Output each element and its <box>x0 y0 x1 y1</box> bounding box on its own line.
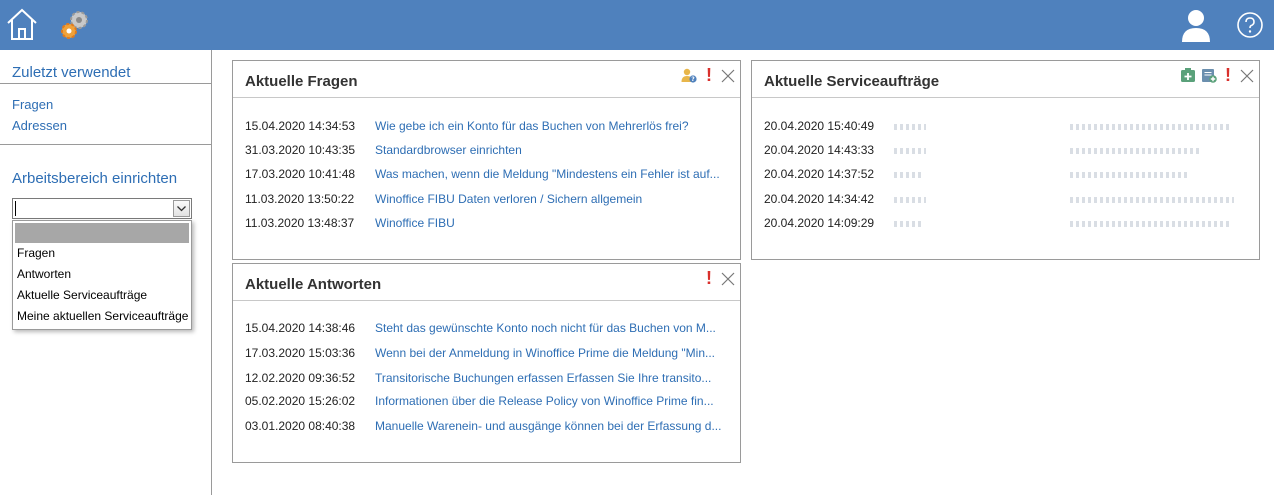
dropdown-option-meine-serviceauftraege[interactable]: Meine aktuellen Serviceaufträge <box>17 309 188 323</box>
row-date: 20.04.2020 14:34:42 <box>764 192 875 206</box>
text-caret <box>15 201 16 216</box>
user-question-icon[interactable]: ? <box>681 67 697 83</box>
row-date: 05.02.2020 15:26:02 <box>245 394 356 408</box>
row-date: 17.03.2020 15:03:36 <box>245 346 356 360</box>
panel-divider <box>752 97 1259 98</box>
chevron-down-icon <box>177 206 186 212</box>
panel-divider <box>233 97 740 98</box>
row-link[interactable]: Winoffice FIBU <box>375 216 725 230</box>
row-date: 20.04.2020 14:43:33 <box>764 143 875 157</box>
redacted-text <box>894 221 924 227</box>
redacted-text <box>894 148 926 154</box>
panel-title: Aktuelle Antworten <box>245 276 382 293</box>
redacted-text[interactable] <box>1070 172 1188 178</box>
row-link[interactable]: Wenn bei der Anmeldung in Winoffice Prim… <box>375 346 725 360</box>
workspace-heading: Arbeitsbereich einrichten <box>12 170 178 187</box>
row-date: 11.03.2020 13:48:37 <box>245 216 355 230</box>
redacted-text <box>894 124 926 130</box>
dropdown-option-aktuelle-serviceauftraege[interactable]: Aktuelle Serviceaufträge <box>17 288 147 302</box>
redacted-text <box>894 197 926 203</box>
recent-item-adressen[interactable]: Adressen <box>12 118 67 133</box>
panel-aktuelle-antworten: Aktuelle Antworten ! 15.04.2020 14:38:46… <box>232 263 741 463</box>
row-date: 12.02.2020 09:36:52 <box>245 371 356 385</box>
alert-icon[interactable]: ! <box>706 66 712 84</box>
dropdown-option-fragen[interactable]: Fragen <box>17 246 55 260</box>
row-date: 20.04.2020 14:09:29 <box>764 216 875 230</box>
redacted-text[interactable] <box>1070 124 1230 130</box>
close-icon[interactable] <box>721 69 735 83</box>
divider <box>0 144 211 145</box>
panel-title: Aktuelle Fragen <box>245 73 358 90</box>
top-bar <box>0 0 1274 50</box>
panel-aktuelle-serviceauftraege: Aktuelle Serviceaufträge ! 20.04.2020 15… <box>751 60 1260 260</box>
row-link[interactable]: Winoffice FIBU Daten verloren / Sichern … <box>375 192 725 206</box>
redacted-text[interactable] <box>1070 197 1234 203</box>
user-icon[interactable] <box>1180 8 1212 42</box>
row-link[interactable]: Transitorische Buchungen erfassen Erfass… <box>375 371 725 385</box>
recent-heading: Zuletzt verwendet <box>12 64 131 81</box>
row-link[interactable]: Steht das gewünschte Konto noch nicht fü… <box>375 321 725 335</box>
workspace-dropdown-list: Fragen Antworten Aktuelle Serviceaufträg… <box>12 220 192 330</box>
alert-icon[interactable]: ! <box>1225 66 1231 84</box>
row-date: 20.04.2020 14:37:52 <box>764 167 875 181</box>
row-date: 20.04.2020 15:40:49 <box>764 119 875 133</box>
close-icon[interactable] <box>1240 69 1254 83</box>
dropdown-option-empty[interactable] <box>15 223 189 243</box>
row-link[interactable]: Manuelle Warenein- und ausgänge können b… <box>375 419 725 433</box>
row-date: 15.04.2020 14:38:46 <box>245 321 356 335</box>
panel-title: Aktuelle Serviceaufträge <box>764 73 940 90</box>
row-link[interactable]: Was machen, wenn die Meldung "Mindestens… <box>375 167 725 181</box>
recent-item-fragen[interactable]: Fragen <box>12 97 53 112</box>
help-icon[interactable] <box>1236 11 1264 39</box>
workspace-combo[interactable] <box>12 198 192 219</box>
row-link[interactable]: Standardbrowser einrichten <box>375 143 725 157</box>
dropdown-option-antworten[interactable]: Antworten <box>17 267 71 281</box>
row-date: 15.04.2020 14:34:53 <box>245 119 356 133</box>
gears-icon[interactable] <box>58 8 92 40</box>
row-link[interactable]: Wie gebe ich ein Konto für das Buchen vo… <box>375 119 725 133</box>
home-icon[interactable] <box>6 7 38 41</box>
row-date: 11.03.2020 13:50:22 <box>245 192 355 206</box>
add-document-icon[interactable] <box>1201 67 1217 83</box>
row-date: 17.03.2020 10:41:48 <box>245 167 356 181</box>
row-link[interactable]: Informationen über die Release Policy vo… <box>375 394 725 408</box>
divider <box>0 83 211 84</box>
svg-text:?: ? <box>691 76 695 83</box>
alert-icon[interactable]: ! <box>706 269 712 287</box>
redacted-text[interactable] <box>1070 148 1200 154</box>
redacted-text <box>894 172 922 178</box>
add-service-icon[interactable] <box>1180 67 1196 83</box>
panel-divider <box>233 300 740 301</box>
combo-dropdown-button[interactable] <box>173 200 190 217</box>
panel-aktuelle-fragen: Aktuelle Fragen ? ! 15.04.2020 14:34:53 … <box>232 60 741 260</box>
close-icon[interactable] <box>721 272 735 286</box>
sidebar: Zuletzt verwendet Fragen Adressen Arbeit… <box>0 50 212 495</box>
row-date: 31.03.2020 10:43:35 <box>245 143 356 157</box>
redacted-text[interactable] <box>1070 221 1230 227</box>
row-date: 03.01.2020 08:40:38 <box>245 419 356 433</box>
